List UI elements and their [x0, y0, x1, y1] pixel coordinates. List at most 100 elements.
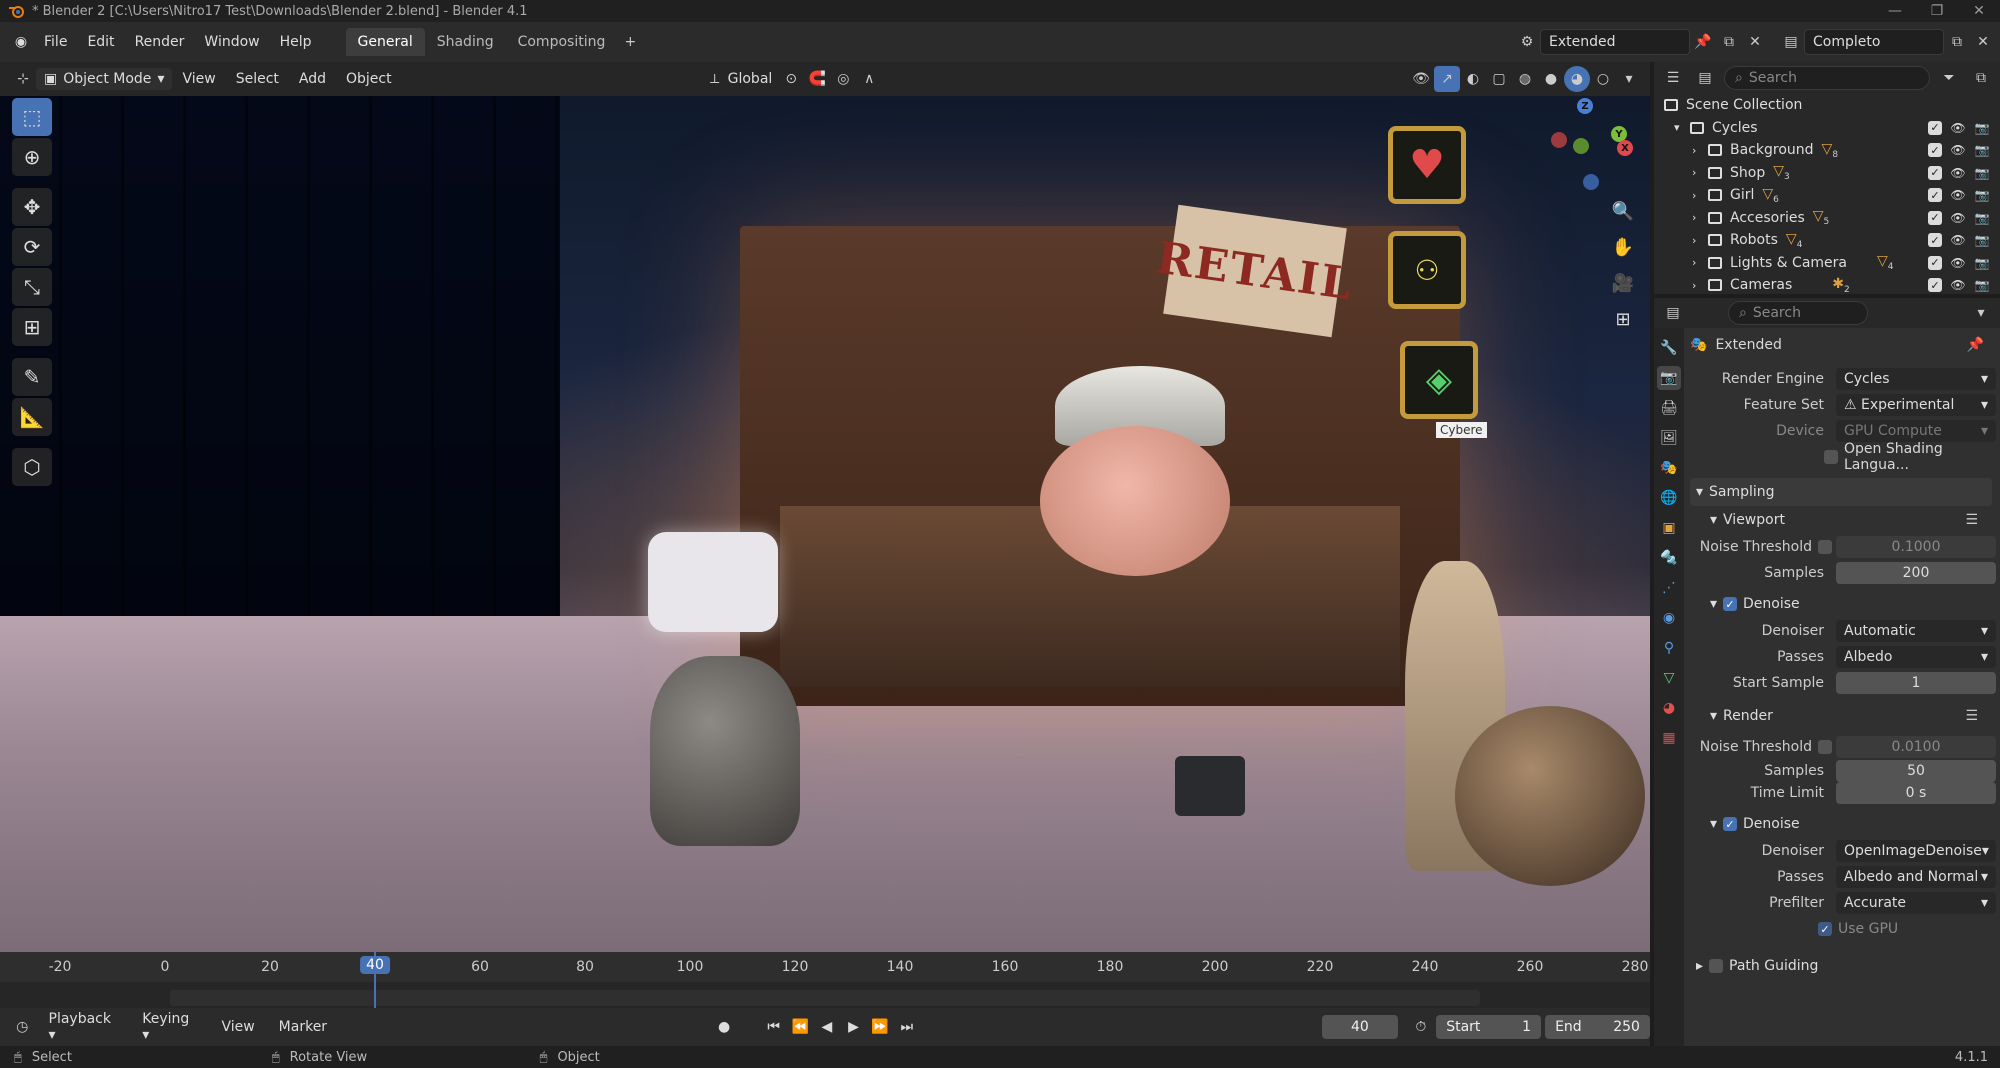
r-denoiser-dropdown[interactable]: OpenImageDenoise ▾	[1836, 840, 1996, 862]
camera-icon[interactable]: 📷	[1974, 256, 1990, 270]
vp-denoise-subpanel-header[interactable]: ▾ ✓ Denoise	[1690, 590, 1992, 618]
include-checkbox[interactable]: ✓	[1928, 210, 1942, 225]
vp-denoise-checkbox[interactable]: ✓	[1723, 597, 1738, 611]
menu-edit[interactable]: Edit	[77, 34, 124, 50]
viewport-subpanel-header[interactable]: ▾ Viewport ☰	[1690, 506, 1992, 534]
outliner-editor-icon[interactable]: ☰	[1660, 65, 1686, 91]
transform-orientation-icon[interactable]: ⟂	[702, 66, 728, 92]
timeline-ruler[interactable]: -200204060801001201401601802002202402602…	[0, 952, 1650, 982]
feature-set-dropdown[interactable]: ⚠ Experimental ▾	[1836, 394, 1996, 416]
axis-neg-x-icon[interactable]	[1551, 132, 1567, 148]
chevron-down-icon[interactable]: ▾	[1674, 121, 1690, 134]
vp-denoiser-dropdown[interactable]: Automatic ▾	[1836, 620, 1996, 642]
include-checkbox[interactable]: ✓	[1928, 165, 1942, 180]
move-tool-icon[interactable]: ✥	[12, 188, 52, 226]
add-cube-tool-icon[interactable]: ⬡	[12, 448, 52, 486]
vp-passes-dropdown[interactable]: Albedo ▾	[1836, 646, 1996, 668]
add-workspace-icon[interactable]: +	[617, 29, 643, 55]
render-subpanel-header[interactable]: ▾ Render ☰	[1690, 702, 1992, 730]
falloff-icon[interactable]: ∧	[856, 66, 882, 92]
menu-timeline-view[interactable]: View	[211, 1019, 264, 1035]
material-tab-icon[interactable]: ◕	[1657, 696, 1681, 720]
camera-icon[interactable]: 📷	[1974, 121, 1990, 135]
use-gpu-checkbox[interactable]: ✓	[1818, 922, 1832, 936]
new-scene-icon[interactable]: ⧉	[1716, 29, 1742, 55]
stopwatch-icon[interactable]: ⏱	[1410, 1015, 1433, 1039]
delete-viewlayer-icon[interactable]: ✕	[1970, 29, 1996, 55]
chevron-right-icon[interactable]: ›	[1692, 256, 1708, 269]
pivot-icon[interactable]: ⊙	[778, 66, 804, 92]
render-tab-icon[interactable]: 📷	[1657, 366, 1681, 390]
presets-list-icon[interactable]: ☰	[1965, 708, 1978, 724]
transform-orientation-label[interactable]: Global	[728, 71, 773, 87]
rotate-tool-icon[interactable]: ⟳	[12, 228, 52, 266]
gizmo-toggle-icon[interactable]: ↗	[1434, 66, 1460, 92]
display-mode-icon[interactable]: ▤	[1692, 65, 1718, 91]
camera-icon[interactable]: 📷	[1974, 166, 1990, 180]
camera-icon[interactable]: 📷	[1974, 233, 1990, 247]
new-collection-icon[interactable]: ⧉	[1968, 65, 1994, 91]
vp-noise-threshold-field[interactable]: 0.1000	[1836, 536, 1996, 558]
device-dropdown[interactable]: GPU Compute ▾	[1836, 420, 1996, 442]
blender-menu-icon[interactable]: ◉	[8, 29, 34, 55]
path-guiding-checkbox[interactable]	[1709, 959, 1724, 973]
output-tab-icon[interactable]: 🖨	[1657, 396, 1681, 420]
overlay-icon[interactable]: ◐	[1460, 66, 1486, 92]
pin-icon[interactable]: 📌	[1967, 337, 1984, 353]
zoom-icon[interactable]: 🔍	[1608, 196, 1638, 226]
prev-keyframe-icon[interactable]: ⏪	[789, 1015, 812, 1039]
shading-wireframe-icon[interactable]: ◍	[1512, 66, 1538, 92]
menu-file[interactable]: File	[34, 34, 77, 50]
physics-tab-icon[interactable]: ◉	[1657, 606, 1681, 630]
eye-icon[interactable]: 👁	[1950, 233, 1966, 247]
menu-render[interactable]: Render	[125, 34, 195, 50]
menu-playback[interactable]: Playback ▾	[39, 1011, 129, 1043]
annotate-tool-icon[interactable]: ✎	[12, 358, 52, 396]
shading-solid-icon[interactable]: ●	[1538, 66, 1564, 92]
3d-viewport[interactable]: RETAIL ♥ ⚇ ◈ Cybere	[0, 96, 1650, 952]
outliner-row-background[interactable]: › Background ▽8 ✓ 👁 📷	[1654, 139, 2000, 162]
outliner-row-cameras[interactable]: › Cameras ✱2 ✓ 👁 📷	[1654, 274, 2000, 297]
modifier-tab-icon[interactable]: 🔩	[1657, 546, 1681, 570]
outliner-row-robots[interactable]: › Robots ▽4 ✓ 👁 📷	[1654, 229, 2000, 252]
autokey-icon[interactable]: ●	[713, 1015, 736, 1039]
tab-general[interactable]: General	[345, 28, 425, 56]
texture-tab-icon[interactable]: ▦	[1657, 726, 1681, 750]
r-denoise-checkbox[interactable]: ✓	[1723, 817, 1738, 831]
axis-neg-z-icon[interactable]	[1583, 174, 1599, 190]
include-checkbox[interactable]: ✓	[1928, 120, 1942, 135]
tool-tab-icon[interactable]: 🔧	[1657, 336, 1681, 360]
camera-icon[interactable]: 📷	[1974, 211, 1990, 225]
next-keyframe-icon[interactable]: ⏩	[869, 1015, 892, 1039]
snap-icon[interactable]: 🧲	[804, 66, 830, 92]
menu-add[interactable]: Add	[289, 71, 336, 87]
r-passes-dropdown[interactable]: Albedo and Normal ▾	[1836, 866, 1996, 888]
scene-name-field[interactable]: Extended	[1540, 29, 1690, 55]
cursor-tool-icon[interactable]: ⊕	[12, 138, 52, 176]
menu-object[interactable]: Object	[336, 71, 402, 87]
timeline-editor-icon[interactable]: ◷	[10, 1014, 35, 1040]
menu-select[interactable]: Select	[226, 71, 289, 87]
maximize-button[interactable]: ❐	[1916, 3, 1958, 19]
scale-tool-icon[interactable]: ⤡	[12, 268, 52, 306]
select-box-tool-icon[interactable]: ⬚	[12, 98, 52, 136]
outliner-row-accesories[interactable]: › Accesories ▽5 ✓ 👁 📷	[1654, 207, 2000, 230]
minimize-button[interactable]: —	[1874, 3, 1916, 19]
r-denoise-subpanel-header[interactable]: ▾ ✓ Denoise	[1690, 810, 1992, 838]
editor-type-icon[interactable]: ⊹	[10, 66, 36, 92]
vp-noise-threshold-checkbox[interactable]	[1818, 540, 1832, 554]
path-guiding-panel-header[interactable]: ▸ Path Guiding	[1690, 952, 1992, 980]
sampling-panel-header[interactable]: ▾ Sampling	[1690, 478, 1992, 506]
outliner-row-cycles[interactable]: ▾ Cycles ✓ 👁 📷	[1654, 117, 2000, 140]
viewlayer-icon[interactable]: ▤	[1778, 29, 1804, 55]
vp-start-sample-field[interactable]: 1	[1836, 672, 1996, 694]
camera-icon[interactable]: 📷	[1974, 278, 1990, 292]
properties-editor-icon[interactable]: ▤	[1660, 300, 1686, 326]
outliner-row-girl[interactable]: › Girl ▽6 ✓ 👁 📷	[1654, 184, 2000, 207]
viewlayer-name-field[interactable]: Completo	[1804, 29, 1944, 55]
eye-icon[interactable]: 👁	[1950, 256, 1966, 270]
start-frame-field[interactable]: Start 1	[1436, 1015, 1542, 1039]
navigation-gizmo[interactable]: Z Y X	[1535, 96, 1635, 196]
camera-view-icon[interactable]: 🎥	[1608, 268, 1638, 298]
properties-search-input[interactable]: ⌕ Search	[1728, 301, 1868, 325]
